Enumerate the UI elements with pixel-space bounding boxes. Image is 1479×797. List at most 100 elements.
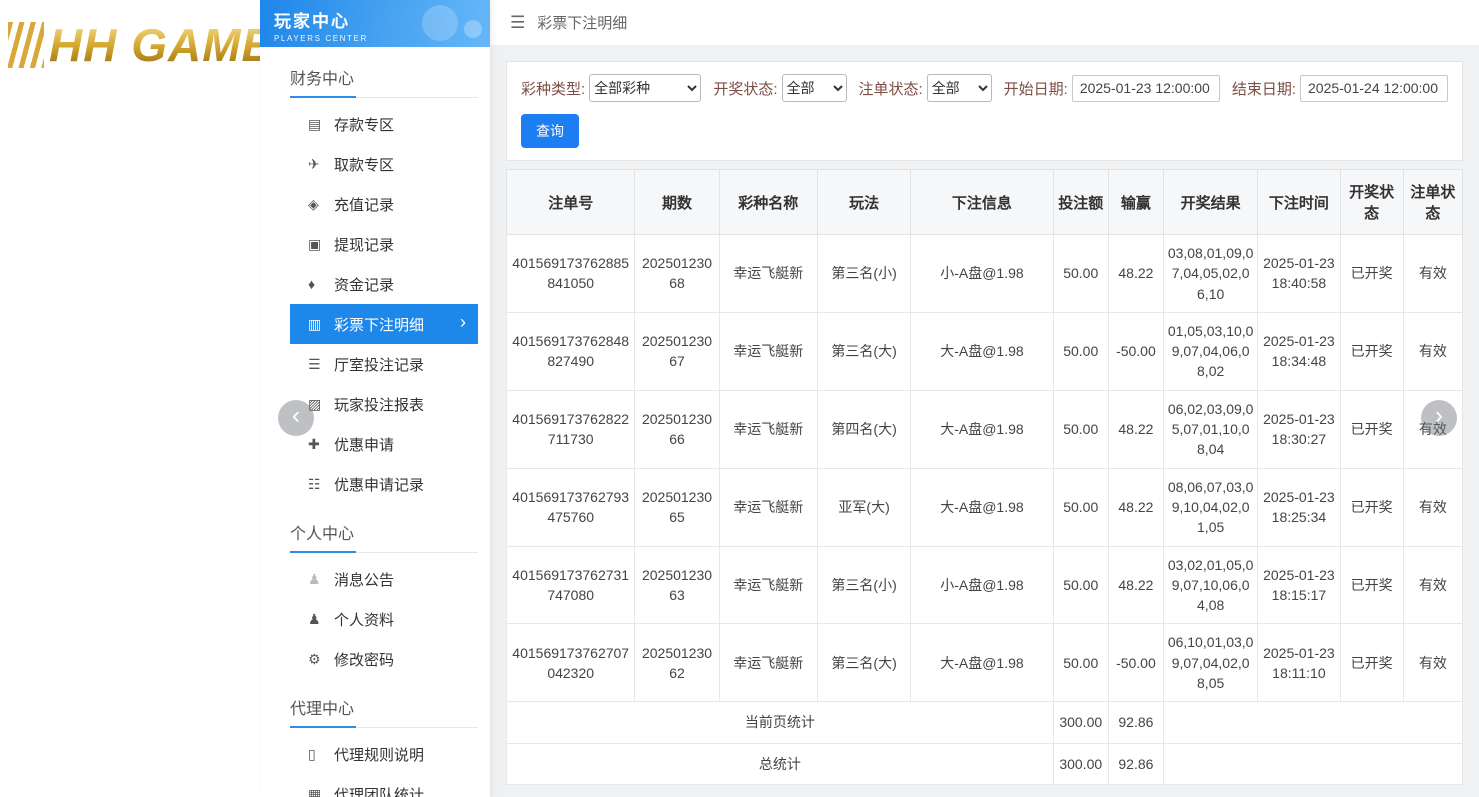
order-status-select[interactable]: 全部 <box>927 74 992 102</box>
menu-toggle-icon[interactable] <box>510 13 525 33</box>
table-row: 40156917376288584105020250123068幸运飞艇新第三名… <box>507 235 1463 313</box>
sidebar-item-promo-apply-record[interactable]: 优惠申请记录 <box>290 464 478 504</box>
summary-row-current-page: 当前页统计 300.00 92.86 <box>507 702 1463 743</box>
sidebar-header: 玩家中心 PLAYERS CENTER <box>260 0 490 47</box>
table-cell: 50.00 <box>1053 390 1108 468</box>
lottery-type-select[interactable]: 全部彩种 <box>589 74 701 102</box>
sidebar-item-label: 修改密码 <box>334 649 394 670</box>
end-date-input[interactable] <box>1300 75 1448 102</box>
table-cell: 亚军(大) <box>817 468 910 546</box>
summary-winloss-total: 92.86 <box>1108 702 1163 743</box>
column-header-bet-info: 下注信息 <box>911 170 1053 235</box>
sidebar-item-agent-team-stats[interactable]: 代理团队统计 <box>290 774 478 797</box>
table-cell: 小-A盘@1.98 <box>911 546 1053 624</box>
hall-bet-record-icon <box>308 356 334 373</box>
table-cell: 幸运飞艇新 <box>719 390 817 468</box>
table-cell: 有效 <box>1403 624 1462 702</box>
sidebar-item-recharge-record[interactable]: 充值记录 <box>290 184 478 224</box>
topbar: 彩票下注明细 <box>490 0 1479 45</box>
sidebar-item-deposit[interactable]: 存款专区 <box>290 104 478 144</box>
funds-record-icon <box>308 276 334 292</box>
table-cell: 2025-01-23 18:11:10 <box>1258 624 1340 702</box>
sidebar-item-change-password[interactable]: 修改密码 <box>290 639 478 679</box>
sidebar-item-messages[interactable]: 消息公告 <box>290 559 478 599</box>
sidebar-item-agent-rules[interactable]: 代理规则说明 <box>290 734 478 774</box>
cashout-record-icon <box>308 236 334 253</box>
table-cell: 20250123068 <box>635 235 719 313</box>
table-cell: 401569173762793475760 <box>507 468 635 546</box>
start-date-label: 开始日期: <box>1004 78 1068 99</box>
column-header-issue: 期数 <box>635 170 719 235</box>
table-cell: 第三名(大) <box>817 624 910 702</box>
table-cell: 2025-01-23 18:25:34 <box>1258 468 1340 546</box>
table-row: 40156917376284882749020250123067幸运飞艇新第三名… <box>507 312 1463 390</box>
table-cell: 48.22 <box>1108 468 1163 546</box>
carousel-prev-button[interactable] <box>278 400 314 436</box>
profile-icon <box>308 611 334 628</box>
header-decoration-circle <box>464 20 482 38</box>
table-cell: 2025-01-23 18:30:27 <box>1258 390 1340 468</box>
table-cell: 第四名(大) <box>817 390 910 468</box>
sidebar-item-player-bet-report[interactable]: 玩家投注报表 <box>290 384 478 424</box>
table-cell: 06,10,01,03,09,07,04,02,08,05 <box>1164 624 1258 702</box>
column-header-winloss: 输赢 <box>1108 170 1163 235</box>
table-cell: 幸运飞艇新 <box>719 312 817 390</box>
table-cell: 48.22 <box>1108 390 1163 468</box>
sidebar-item-withdraw[interactable]: 取款专区 <box>290 144 478 184</box>
table-cell: 小-A盘@1.98 <box>911 235 1053 313</box>
sidebar-item-label: 个人资料 <box>334 609 394 630</box>
sidebar-item-label: 优惠申请 <box>334 434 394 455</box>
sidebar-item-label: 消息公告 <box>334 569 394 590</box>
end-date-label: 结束日期: <box>1232 78 1296 99</box>
password-icon <box>308 651 334 668</box>
table-cell: 08,06,07,03,09,10,04,02,01,05 <box>1164 468 1258 546</box>
table-cell: 大-A盘@1.98 <box>911 624 1053 702</box>
table-row: 40156917376279347576020250123065幸运飞艇新亚军(… <box>507 468 1463 546</box>
start-date-input[interactable] <box>1072 75 1220 102</box>
column-header-play-type: 玩法 <box>817 170 910 235</box>
table-cell: 第三名(小) <box>817 235 910 313</box>
draw-status-select[interactable]: 全部 <box>782 74 847 102</box>
table-cell: 大-A盘@1.98 <box>911 312 1053 390</box>
carousel-next-button[interactable] <box>1421 400 1457 436</box>
logo-text: HH GAME <box>49 18 260 72</box>
table-cell: 大-A盘@1.98 <box>911 468 1053 546</box>
message-icon <box>308 571 334 588</box>
table-row: 40156917376270704232020250123062幸运飞艇新第三名… <box>507 624 1463 702</box>
filter-row: 彩种类型: 全部彩种 开奖状态: 全部 注单状态: 全部 开始日期: 结束日期: <box>521 74 1448 102</box>
sidebar-item-promo-apply[interactable]: 优惠申请 <box>290 424 478 464</box>
table-cell: 20250123066 <box>635 390 719 468</box>
table-body: 40156917376288584105020250123068幸运飞艇新第三名… <box>507 235 1463 702</box>
summary-empty-cell <box>1164 743 1463 784</box>
table-cell: 幸运飞艇新 <box>719 624 817 702</box>
summary-winloss-total: 92.86 <box>1108 743 1163 784</box>
summary-row-grand-total: 总统计 300.00 92.86 <box>507 743 1463 784</box>
section-title-finance: 财务中心 <box>290 49 478 98</box>
table-cell: 有效 <box>1403 235 1462 313</box>
sidebar-item-profile[interactable]: 个人资料 <box>290 599 478 639</box>
column-header-bet-amount: 投注额 <box>1053 170 1108 235</box>
table-cell: -50.00 <box>1108 312 1163 390</box>
bet-table: 注单号 期数 彩种名称 玩法 下注信息 投注额 输赢 开奖结果 下注时间 开奖状… <box>506 169 1463 785</box>
sidebar-item-label: 彩票下注明细 <box>334 314 424 335</box>
table-cell: 2025-01-23 18:40:58 <box>1258 235 1340 313</box>
table-cell: 03,02,01,05,09,07,10,06,04,08 <box>1164 546 1258 624</box>
sidebar-item-lottery-bet-detail[interactable]: 彩票下注明细 <box>290 304 478 344</box>
sidebar-item-label: 代理团队统计 <box>334 784 424 797</box>
section-title-personal: 个人中心 <box>290 504 478 553</box>
sidebar-item-hall-bet-record[interactable]: 厅室投注记录 <box>290 344 478 384</box>
search-button[interactable]: 查询 <box>521 114 579 148</box>
sidebar-item-label: 提现记录 <box>334 234 394 255</box>
lottery-type-label: 彩种类型: <box>521 78 585 99</box>
sidebar-item-cashout-record[interactable]: 提现记录 <box>290 224 478 264</box>
summary-label: 总统计 <box>507 743 1054 784</box>
table-cell: 401569173762848827490 <box>507 312 635 390</box>
column-header-draw-result: 开奖结果 <box>1164 170 1258 235</box>
summary-label: 当前页统计 <box>507 702 1054 743</box>
table-cell: 有效 <box>1403 312 1462 390</box>
table-row: 40156917376282271173020250123066幸运飞艇新第四名… <box>507 390 1463 468</box>
column-header-draw-status: 开奖状态 <box>1340 170 1403 235</box>
promo-apply-record-icon <box>308 476 334 493</box>
page-title: 彩票下注明细 <box>537 12 627 33</box>
sidebar-item-funds-record[interactable]: 资金记录 <box>290 264 478 304</box>
